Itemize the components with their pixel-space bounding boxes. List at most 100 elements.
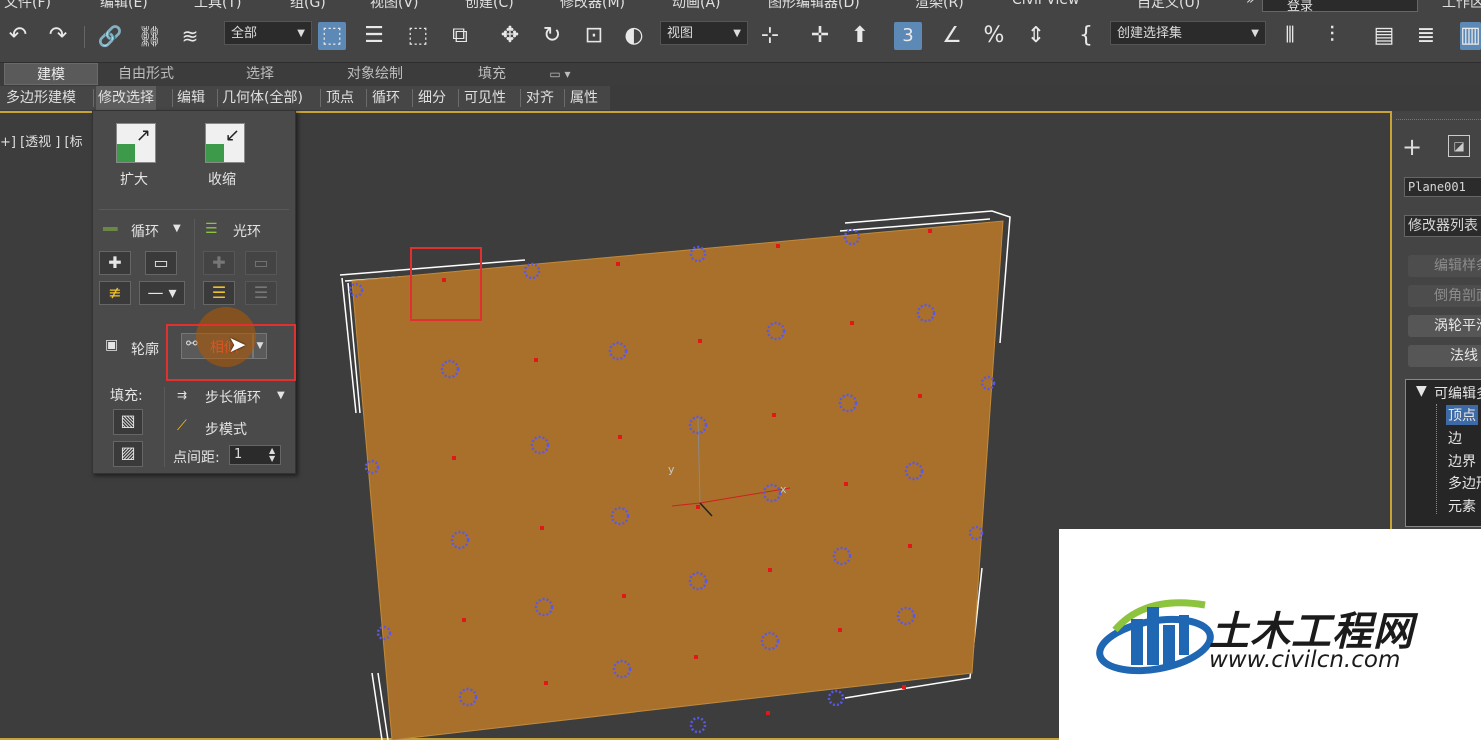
menu-file[interactable]: 文件(F) [4,0,51,12]
ribbon-toggle-icon[interactable]: ▥ [1460,22,1481,50]
chevron-down-icon[interactable]: ▼ [173,223,181,234]
outline-label[interactable]: 轮廓 [131,339,159,359]
rectangular-selection-icon[interactable]: ⬚ [404,22,432,50]
vertex[interactable] [928,229,932,233]
menu-animation[interactable]: 动画(A) [672,0,721,12]
vertex[interactable] [844,482,848,486]
loop-options-dropdown[interactable]: — ▾ [139,281,185,305]
vertex[interactable] [694,655,698,659]
ring-grow-button[interactable]: ✚ [203,251,235,275]
vertex[interactable] [696,505,700,509]
shrink-icon[interactable]: ↙ [205,123,245,163]
place-icon[interactable]: ◐ [620,22,648,50]
vertex[interactable] [442,278,446,282]
selection-filter-dropdown[interactable]: 全部 ▼ [224,21,312,45]
vertex[interactable] [544,681,548,685]
normal-button[interactable]: 法线 [1408,345,1481,367]
vertex[interactable] [540,526,544,530]
loop-label[interactable]: 循环 [131,221,159,241]
link-icon[interactable]: 🔗 [96,22,124,50]
percent-snap-icon[interactable]: % [980,22,1008,50]
viewport-label[interactable]: +] [透视 ] [标 [0,131,83,150]
move-icon[interactable]: ✥ [496,22,524,50]
edit-spline-button[interactable]: 编辑样条线 [1408,255,1481,277]
redo-icon[interactable]: ↷ [44,22,72,50]
tree-expand-icon[interactable]: ▼ [1416,383,1427,399]
tree-item-edge[interactable]: 边 [1448,428,1462,448]
vertex[interactable] [827,689,845,707]
tab-selection[interactable]: 选择 [220,63,300,85]
edit-named-selection-icon[interactable]: { [1072,22,1100,50]
loop-grow-button[interactable]: ✚ [99,251,131,275]
vertex[interactable] [838,628,842,632]
grow-label[interactable]: 扩大 [120,169,148,189]
turbosmooth-button[interactable]: 涡轮平滑 [1408,315,1481,337]
fill-alt-button[interactable]: ▨ [113,441,143,467]
tree-item-vertex[interactable]: 顶点 [1446,405,1478,425]
menu-rendering[interactable]: 渲染(R) [915,0,964,12]
workspace-label[interactable]: 工作区 [1442,0,1481,12]
scale-icon[interactable]: ⊡ [580,22,608,50]
ring-options-button[interactable]: ☰ [245,281,277,305]
vertex[interactable] [772,413,776,417]
ring-mode-button[interactable]: ☰ [203,281,235,305]
subtab-vertices[interactable]: 顶点 [326,86,354,110]
snaps-toggle-icon[interactable]: 3 [894,22,922,50]
undo-icon[interactable]: ↶ [4,22,32,50]
menu-graph-editors[interactable]: 图形编辑器(D) [768,0,860,12]
tree-item-polygon[interactable]: 多边形 [1448,473,1481,493]
ribbon-options-icon[interactable]: ▭ ▾ [540,63,580,85]
vertex[interactable] [918,394,922,398]
tab-populate[interactable]: 填充 [458,63,526,85]
subtab-loops[interactable]: 循环 [372,86,400,110]
vertex[interactable] [908,544,912,548]
vertex[interactable] [902,685,906,689]
spinner-icon[interactable]: ▲ ▼ [269,447,275,463]
step-mode-label[interactable]: 步模式 [205,419,247,439]
loop-mode-button[interactable]: ≢ [99,281,131,305]
mirror-icon[interactable]: ⫴ [1276,22,1304,50]
object-name-field[interactable]: Plane001 [1404,177,1481,197]
layer-explorer-icon[interactable]: ≣ [1412,22,1440,50]
fill-button[interactable]: ▧ [113,409,143,435]
vertex[interactable] [452,456,456,460]
bind-space-warp-icon[interactable]: ≋ [176,22,204,50]
subtab-modify-selection[interactable]: 修改选择 [96,86,156,110]
select-object-icon[interactable]: ⬚ [318,22,346,50]
named-selection-set-dropdown[interactable]: 创建选择集 ▼ [1110,21,1266,45]
tree-item-border[interactable]: 边界 [1448,451,1476,471]
subtab-align[interactable]: 对齐 [526,86,554,110]
vertex[interactable] [768,568,772,572]
vertex[interactable] [850,321,854,325]
modifier-list-dropdown[interactable]: 修改器列表 [1404,215,1481,237]
tree-root-editable-poly[interactable]: 可编辑多边形 [1434,383,1481,403]
login-dropdown[interactable]: 登录 [1262,0,1418,12]
menu-civil-view[interactable]: Civil View [1012,0,1079,8]
chevron-down-icon[interactable]: ▼ [277,390,285,401]
menu-group[interactable]: 组(G) [290,0,326,12]
pivot-center-icon[interactable]: ⊹ [756,22,784,50]
spinner-snap-icon[interactable]: ⇕ [1022,22,1050,50]
menu-create[interactable]: 创建(C) [465,0,514,12]
vertex[interactable] [618,435,622,439]
create-tab-icon[interactable]: + [1402,133,1422,161]
ring-label[interactable]: 光环 [233,221,261,241]
vertex[interactable] [616,262,620,266]
keyboard-shortcut-icon[interactable]: ⬆ [846,22,874,50]
modify-tab-icon[interactable]: ◪ [1448,135,1470,157]
select-manipulate-icon[interactable]: ✛ [806,22,834,50]
menu-overflow-icon[interactable]: » [1246,0,1255,8]
shrink-label[interactable]: 收缩 [208,169,236,189]
vertex[interactable] [776,244,780,248]
menu-edit[interactable]: 编辑(E) [100,0,148,12]
reference-coordinate-dropdown[interactable]: 视图 ▼ [660,21,748,45]
window-crossing-icon[interactable]: ⧉ [446,22,474,50]
loop-shrink-button[interactable]: ▭ [145,251,177,275]
subtab-geometry-all[interactable]: 几何体(全部) [222,86,303,110]
subtab-edit[interactable]: 编辑 [177,86,205,110]
subtab-subdivision[interactable]: 细分 [418,86,446,110]
ring-shrink-button[interactable]: ▭ [245,251,277,275]
tab-modeling[interactable]: 建模 [4,63,98,85]
vertex[interactable] [462,618,466,622]
rotate-icon[interactable]: ↻ [538,22,566,50]
